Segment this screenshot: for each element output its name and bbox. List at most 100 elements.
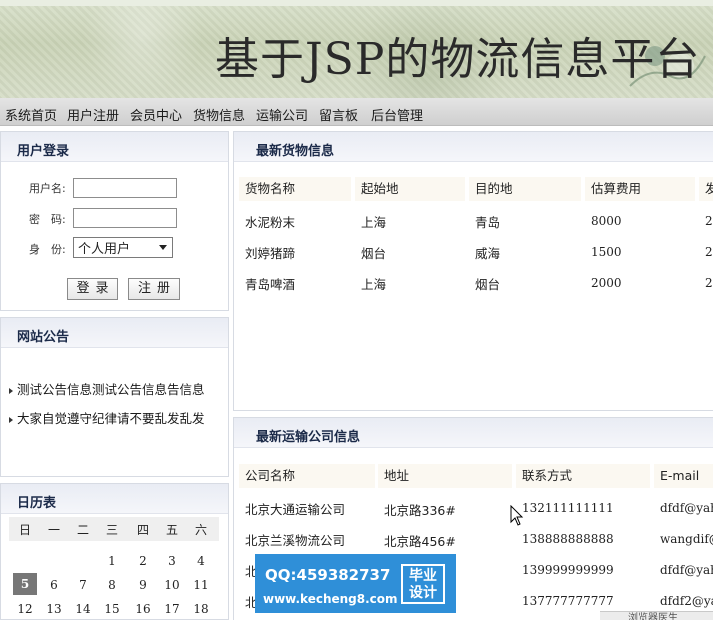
password-input[interactable] bbox=[73, 208, 177, 228]
cargo-cell: 威海 bbox=[475, 246, 501, 261]
calendar-title: 日历表 bbox=[17, 496, 57, 511]
cargo-title: 最新货物信息 bbox=[256, 144, 335, 159]
cargo-header-date: 发 bbox=[699, 177, 713, 201]
bullet-icon bbox=[9, 416, 13, 423]
calendar-day[interactable]: 14 bbox=[71, 602, 95, 616]
cargo-panel-header: 最新货物信息 bbox=[234, 132, 713, 162]
cargo-cell[interactable]: 青岛啤酒 bbox=[245, 274, 295, 293]
company-cell[interactable]: 北京大通运输公司 bbox=[245, 499, 345, 518]
bullet-icon bbox=[9, 387, 13, 394]
watermark-badge-line: 毕业 bbox=[409, 568, 437, 584]
watermark-badge: 毕业 设计 bbox=[401, 564, 445, 604]
notice-text: 测试公告信息测试公告信息告信息 bbox=[17, 382, 205, 397]
company-cell: dfdf@yaho bbox=[660, 501, 713, 515]
watermark-site: www.kecheng8.com bbox=[263, 592, 398, 606]
notice-item[interactable]: 大家自觉遵守纪律请不要乱发乱发 bbox=[9, 408, 205, 427]
cargo-cell: 1500 bbox=[591, 245, 622, 259]
company-header-email: E-mail bbox=[654, 464, 713, 488]
notice-panel-header: 网站公告 bbox=[1, 318, 228, 348]
calendar-weekday: 日 bbox=[18, 523, 31, 537]
calendar-day[interactable]: 10 bbox=[160, 578, 184, 592]
login-panel: 用户登录 用户名: 密 码: 身 份: 个人用户 登录 注册 bbox=[0, 131, 229, 311]
nav-message-board[interactable]: 留言板 bbox=[319, 105, 358, 124]
calendar-day[interactable]: 17 bbox=[160, 602, 184, 616]
notice-title: 网站公告 bbox=[17, 330, 70, 345]
notice-panel: 网站公告 测试公告信息测试公告信息告信息 大家自觉遵守纪律请不要乱发乱发 bbox=[0, 317, 229, 477]
status-bar-text: 浏览器医生 bbox=[628, 613, 678, 620]
company-cell: 139999999999 bbox=[522, 563, 614, 577]
calendar-weekday: 一 bbox=[47, 523, 60, 537]
main-nav: 系统首页 用户注册 会员中心 货物信息 运输公司 留言板 后台管理 bbox=[0, 98, 713, 126]
cargo-cell[interactable]: 水泥粉末 bbox=[245, 212, 295, 231]
company-cell: 137777777777 bbox=[522, 594, 614, 608]
watermark-overlay: QQ:459382737 www.kecheng8.com 毕业 设计 bbox=[255, 554, 456, 613]
company-cell: dfdf2@yah bbox=[660, 594, 713, 608]
company-cell[interactable]: 北京兰溪物流公司 bbox=[245, 530, 345, 549]
notice-text: 大家自觉遵守纪律请不要乱发乱发 bbox=[17, 411, 205, 426]
calendar-day[interactable]: 2 bbox=[131, 554, 155, 568]
role-label: 身 份: bbox=[29, 243, 66, 256]
nav-admin[interactable]: 后台管理 bbox=[371, 105, 423, 124]
nav-register[interactable]: 用户注册 bbox=[67, 105, 119, 124]
company-header-contact: 联系方式 bbox=[516, 464, 650, 488]
cargo-header-cost: 估算费用 bbox=[585, 177, 695, 201]
cargo-cell: 烟台 bbox=[475, 277, 501, 292]
role-select[interactable]: 个人用户 bbox=[73, 237, 173, 258]
calendar-weekday: 三 bbox=[105, 523, 118, 537]
chevron-down-icon bbox=[159, 245, 167, 250]
cargo-cell: 青岛 bbox=[475, 215, 501, 230]
cargo-header-origin: 起始地 bbox=[355, 177, 465, 201]
calendar-day[interactable]: 6 bbox=[42, 578, 66, 592]
username-input[interactable] bbox=[73, 178, 177, 198]
calendar-day[interactable]: 18 bbox=[189, 602, 213, 616]
nav-home[interactable]: 系统首页 bbox=[5, 105, 57, 124]
cargo-cell: 8000 bbox=[591, 214, 622, 228]
company-cell: dfdf@yaho bbox=[660, 563, 713, 577]
cargo-header-name: 货物名称 bbox=[239, 177, 351, 201]
cargo-cell: 上海 bbox=[361, 277, 387, 292]
calendar-weekday: 二 bbox=[76, 523, 89, 537]
watermark-qq: QQ:459382737 bbox=[265, 566, 391, 584]
watermark-badge-line: 设计 bbox=[409, 585, 437, 601]
nav-transport-company[interactable]: 运输公司 bbox=[256, 105, 308, 124]
company-title: 最新运输公司信息 bbox=[256, 430, 361, 445]
nav-member-center[interactable]: 会员中心 bbox=[130, 105, 182, 124]
notice-item[interactable]: 测试公告信息测试公告信息告信息 bbox=[9, 379, 205, 398]
username-label: 用户名: bbox=[29, 182, 66, 195]
calendar-panel: 日历表 bbox=[0, 483, 229, 620]
calendar-day[interactable]: 9 bbox=[131, 578, 155, 592]
calendar-day[interactable]: 8 bbox=[100, 578, 124, 592]
calendar-day[interactable]: 1 bbox=[100, 554, 124, 568]
calendar-day[interactable]: 11 bbox=[189, 578, 213, 592]
company-cell: 北京路336# bbox=[384, 503, 456, 518]
calendar-day[interactable]: 4 bbox=[189, 554, 213, 568]
cargo-cell: 2000 bbox=[591, 276, 622, 290]
calendar-day[interactable]: 5 bbox=[13, 573, 37, 595]
company-header-address: 地址 bbox=[378, 464, 512, 488]
cargo-header-destination: 目的地 bbox=[469, 177, 581, 201]
calendar-day[interactable]: 15 bbox=[100, 602, 124, 616]
cargo-cell: 烟台 bbox=[361, 246, 387, 261]
nav-cargo-info[interactable]: 货物信息 bbox=[193, 105, 245, 124]
login-title: 用户登录 bbox=[17, 144, 70, 159]
calendar-day[interactable]: 3 bbox=[160, 554, 184, 568]
login-button[interactable]: 登录 bbox=[67, 278, 118, 300]
company-cell: 北京路456# bbox=[384, 534, 456, 549]
calendar-weekday: 四 bbox=[136, 523, 149, 537]
register-button[interactable]: 注册 bbox=[128, 278, 180, 300]
company-cell: 138888888888 bbox=[522, 532, 614, 546]
calendar-day[interactable]: 7 bbox=[71, 578, 95, 592]
calendar-day[interactable]: 12 bbox=[13, 602, 37, 616]
mouse-cursor-icon bbox=[510, 505, 524, 526]
cargo-cell: 2 bbox=[705, 214, 713, 228]
calendar-day[interactable]: 16 bbox=[131, 602, 155, 616]
calendar-weekday: 五 bbox=[165, 523, 178, 537]
cargo-cell[interactable]: 刘婷猪蹄 bbox=[245, 243, 295, 262]
company-header-name: 公司名称 bbox=[239, 464, 375, 488]
login-panel-header: 用户登录 bbox=[1, 132, 228, 162]
calendar-weekday: 六 bbox=[194, 523, 207, 537]
site-title: 基于JSP的物流信息平台 bbox=[215, 34, 701, 85]
role-select-value: 个人用户 bbox=[78, 242, 131, 257]
calendar-day[interactable]: 13 bbox=[42, 602, 66, 616]
cargo-cell: 2 bbox=[705, 276, 713, 290]
